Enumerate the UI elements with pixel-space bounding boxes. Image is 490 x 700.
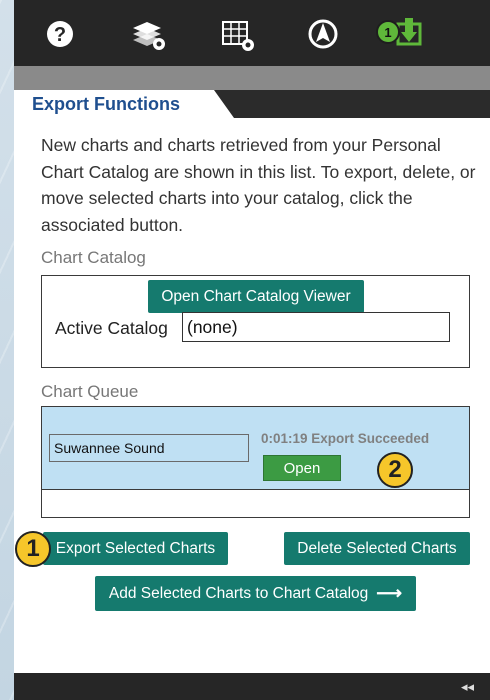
add-to-catalog-label: Add Selected Charts to Chart Catalog: [108, 584, 369, 602]
chart-catalog-label: Chart Catalog: [41, 248, 146, 267]
delete-selected-button[interactable]: Delete Selected Charts: [284, 532, 470, 565]
queue-item-open-button[interactable]: Open: [263, 455, 341, 481]
open-catalog-viewer-button[interactable]: Open Chart Catalog Viewer: [148, 280, 364, 313]
grid-settings-icon: [222, 21, 254, 51]
tab-bar: Export Functions: [14, 90, 490, 118]
collapse-panel-icon[interactable]: ◂◂: [461, 679, 474, 695]
callout-marker-1: 1: [15, 531, 51, 567]
export-functions-panel: Export Functions New charts and charts r…: [14, 90, 490, 673]
arrow-right-icon: ⟶: [376, 583, 403, 603]
tab-title: Export Functions: [32, 94, 180, 114]
top-toolbar: ? 1: [14, 0, 490, 66]
callout-marker-2: 2: [377, 452, 413, 488]
compass-arrow-icon: [308, 19, 338, 49]
panel-description: New charts and charts retrieved from you…: [41, 135, 476, 235]
active-catalog-field[interactable]: (none): [182, 312, 450, 342]
callout-2-text: 2: [388, 456, 402, 483]
toolbar-divider: [14, 66, 490, 90]
delete-selected-label: Delete Selected Charts: [297, 539, 457, 557]
export-selected-button[interactable]: Export Selected Charts: [43, 532, 228, 565]
export-count-badge: 1: [376, 20, 400, 44]
queue-item-name[interactable]: Suwannee Sound: [49, 434, 249, 462]
export-count-badge-text: 1: [384, 24, 392, 40]
queue-row-divider: [42, 489, 469, 490]
tab-export-functions[interactable]: Export Functions: [14, 90, 234, 118]
queue-item-status: 0:01:19 Export Succeeded: [261, 431, 430, 446]
layers-settings-icon: [133, 22, 165, 50]
chart-catalog-box: Open Chart Catalog Viewer Active Catalog…: [41, 275, 470, 368]
add-to-catalog-button[interactable]: Add Selected Charts to Chart Catalog ⟶: [95, 576, 416, 611]
bottom-bar: ◂◂: [14, 673, 490, 700]
help-button[interactable]: ?: [40, 14, 80, 54]
chart-queue-label: Chart Queue: [41, 382, 139, 401]
active-catalog-label: Active Catalog: [55, 318, 168, 338]
compass-button[interactable]: [303, 14, 343, 54]
question-circle-icon: ?: [47, 21, 73, 47]
grid-settings-button[interactable]: [217, 14, 257, 54]
export-button[interactable]: 1: [370, 14, 430, 54]
callout-1-text: 1: [26, 535, 40, 562]
svg-text:?: ?: [54, 24, 66, 46]
open-catalog-viewer-label: Open Chart Catalog Viewer: [161, 287, 351, 305]
layers-settings-button[interactable]: [129, 14, 169, 54]
export-selected-label: Export Selected Charts: [55, 539, 216, 557]
